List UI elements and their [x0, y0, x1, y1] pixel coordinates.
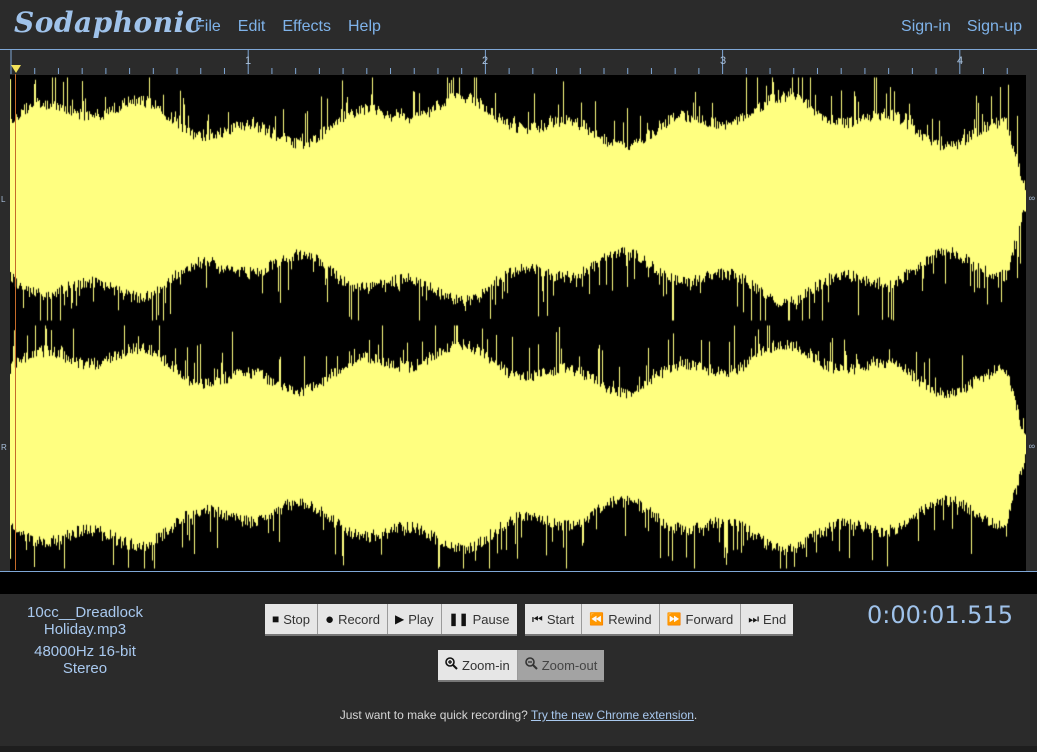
chrome-extension-link[interactable]: Try the new Chrome extension	[531, 708, 694, 722]
skip-end-icon: ⏭	[748, 611, 760, 626]
menu-effects[interactable]: Effects	[282, 18, 331, 36]
tick-label-1: 1	[245, 55, 251, 67]
end-button[interactable]: ⏭ End	[741, 604, 794, 634]
channel-label-left: L	[1, 195, 6, 204]
app-logo[interactable]: Sodaphonic	[14, 6, 202, 39]
play-icon: ▶	[394, 612, 405, 626]
channel-end-right: ∞	[1028, 441, 1035, 451]
footer-promo: Just want to make quick recording? Try t…	[0, 708, 1037, 722]
zoom-out-button[interactable]: Zoom-out	[517, 650, 605, 680]
menu-file[interactable]: File	[195, 18, 221, 36]
tick-label-3: 3	[720, 55, 726, 67]
transport-group-main: ■ Stop ● Record ▶ Play ❚❚ Pause	[265, 604, 517, 634]
signin-link[interactable]: Sign-in	[901, 18, 951, 36]
zoom-out-icon	[524, 657, 538, 673]
zoom-group: Zoom-in Zoom-out	[438, 650, 605, 680]
main-menu: File Edit Effects Help	[195, 18, 381, 36]
playback-time-display: 0:00:01.515	[867, 601, 1013, 629]
scroll-strip[interactable]	[0, 572, 1037, 594]
file-format-line1: 48000Hz 16-bit	[34, 643, 136, 660]
playhead-line[interactable]	[15, 74, 16, 570]
file-format-line2: Stereo	[62, 660, 108, 677]
file-name-line1: 10cc__Dreadlock	[27, 604, 143, 621]
waveform-editor[interactable]: 1 2 3 4 L R ∞ ∞	[0, 49, 1037, 572]
play-button[interactable]: ▶ Play	[387, 604, 442, 634]
rewind-button[interactable]: ⏪ Rewind	[582, 604, 660, 634]
footer-tail: .	[693, 708, 698, 722]
waveform-left-channel[interactable]	[10, 75, 1026, 323]
file-info: 10cc__Dreadlock Holiday.mp3 48000Hz 16-b…	[18, 604, 152, 677]
zoom-in-button[interactable]: Zoom-in	[438, 650, 518, 680]
record-icon: ●	[325, 610, 335, 628]
transport-group-seek: ⏮ Start ⏪ Rewind ⏩ Forward ⏭ End	[525, 604, 794, 634]
record-button[interactable]: ● Record	[318, 604, 388, 634]
signup-link[interactable]: Sign-up	[967, 18, 1022, 36]
pause-icon: ❚❚	[448, 612, 469, 626]
rewind-icon: ⏪	[589, 612, 605, 626]
stop-button[interactable]: ■ Stop	[265, 604, 318, 634]
auth-links: Sign-in Sign-up	[901, 18, 1022, 36]
timeline-ruler[interactable]: 1 2 3 4	[0, 50, 1037, 74]
forward-button[interactable]: ⏩ Forward	[659, 604, 742, 634]
channel-label-right: R	[1, 443, 7, 452]
zoom-in-icon	[445, 657, 458, 673]
footer-strip	[0, 746, 1037, 752]
footer-text: Just want to make quick recording?	[339, 708, 528, 722]
timeline-svg: 1 2 3 4	[10, 50, 1008, 74]
skip-start-icon: ⏮	[532, 611, 543, 626]
app-header: Sodaphonic File Edit Effects Help Sign-i…	[0, 0, 1037, 49]
menu-help[interactable]: Help	[348, 18, 381, 36]
tick-label-2: 2	[482, 55, 488, 67]
file-name-line2: Holiday.mp3	[43, 621, 127, 638]
tick-label-4: 4	[957, 55, 963, 67]
waveform-right-channel[interactable]	[10, 323, 1026, 571]
menu-edit[interactable]: Edit	[238, 18, 266, 36]
fast-forward-icon: ⏩	[666, 612, 682, 626]
channel-end-left: ∞	[1028, 193, 1035, 203]
playhead-marker-icon[interactable]	[11, 65, 21, 73]
start-button[interactable]: ⏮ Start	[525, 604, 583, 634]
stop-icon: ■	[272, 612, 280, 626]
pause-button[interactable]: ❚❚ Pause	[441, 604, 517, 634]
